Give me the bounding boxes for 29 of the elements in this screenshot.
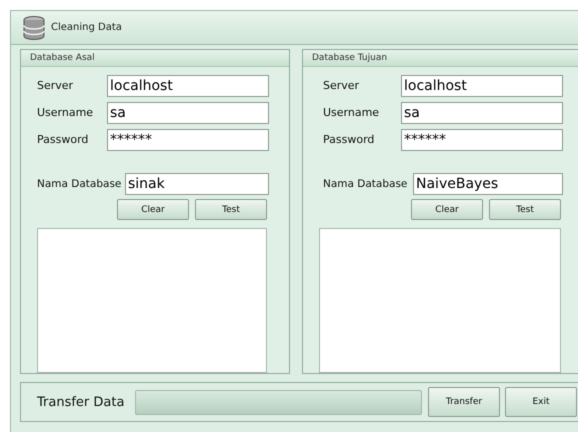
action-button[interactable]: Clear bbox=[411, 199, 483, 220]
field-label: Server bbox=[323, 79, 360, 92]
field-label: Password bbox=[323, 133, 376, 146]
input-field[interactable]: localhost bbox=[401, 74, 563, 96]
text-area[interactable] bbox=[37, 228, 267, 373]
field-label: Nama Database bbox=[37, 178, 122, 190]
action-button[interactable]: Transfer bbox=[428, 387, 500, 417]
input-field[interactable]: NaiveBayes bbox=[413, 172, 563, 194]
action-button[interactable]: Clear bbox=[117, 199, 189, 220]
group-title: Database Tujuan bbox=[303, 50, 578, 67]
input-field[interactable]: sinak bbox=[125, 172, 269, 194]
transfer-label: Transfer Data bbox=[37, 394, 126, 410]
action-button[interactable]: Test bbox=[195, 199, 267, 220]
text-area[interactable] bbox=[319, 228, 561, 373]
field-label: Username bbox=[323, 106, 380, 119]
field-label: Nama Database bbox=[323, 178, 408, 190]
input-field[interactable]: localhost bbox=[107, 74, 269, 96]
input-field[interactable]: sa bbox=[107, 102, 269, 124]
input-field[interactable]: ****** bbox=[107, 128, 269, 150]
field-label: Server bbox=[37, 79, 74, 92]
window-title: Cleaning Data bbox=[51, 22, 122, 33]
action-button[interactable]: Test bbox=[489, 199, 561, 220]
input-field[interactable]: sa bbox=[401, 102, 563, 124]
action-button[interactable]: Exit bbox=[505, 387, 577, 417]
field-label: Username bbox=[37, 106, 94, 119]
input-field[interactable]: ****** bbox=[401, 128, 563, 150]
database-icon bbox=[23, 16, 45, 40]
group-title: Database Asal bbox=[21, 50, 289, 67]
field-label: Password bbox=[37, 133, 90, 146]
